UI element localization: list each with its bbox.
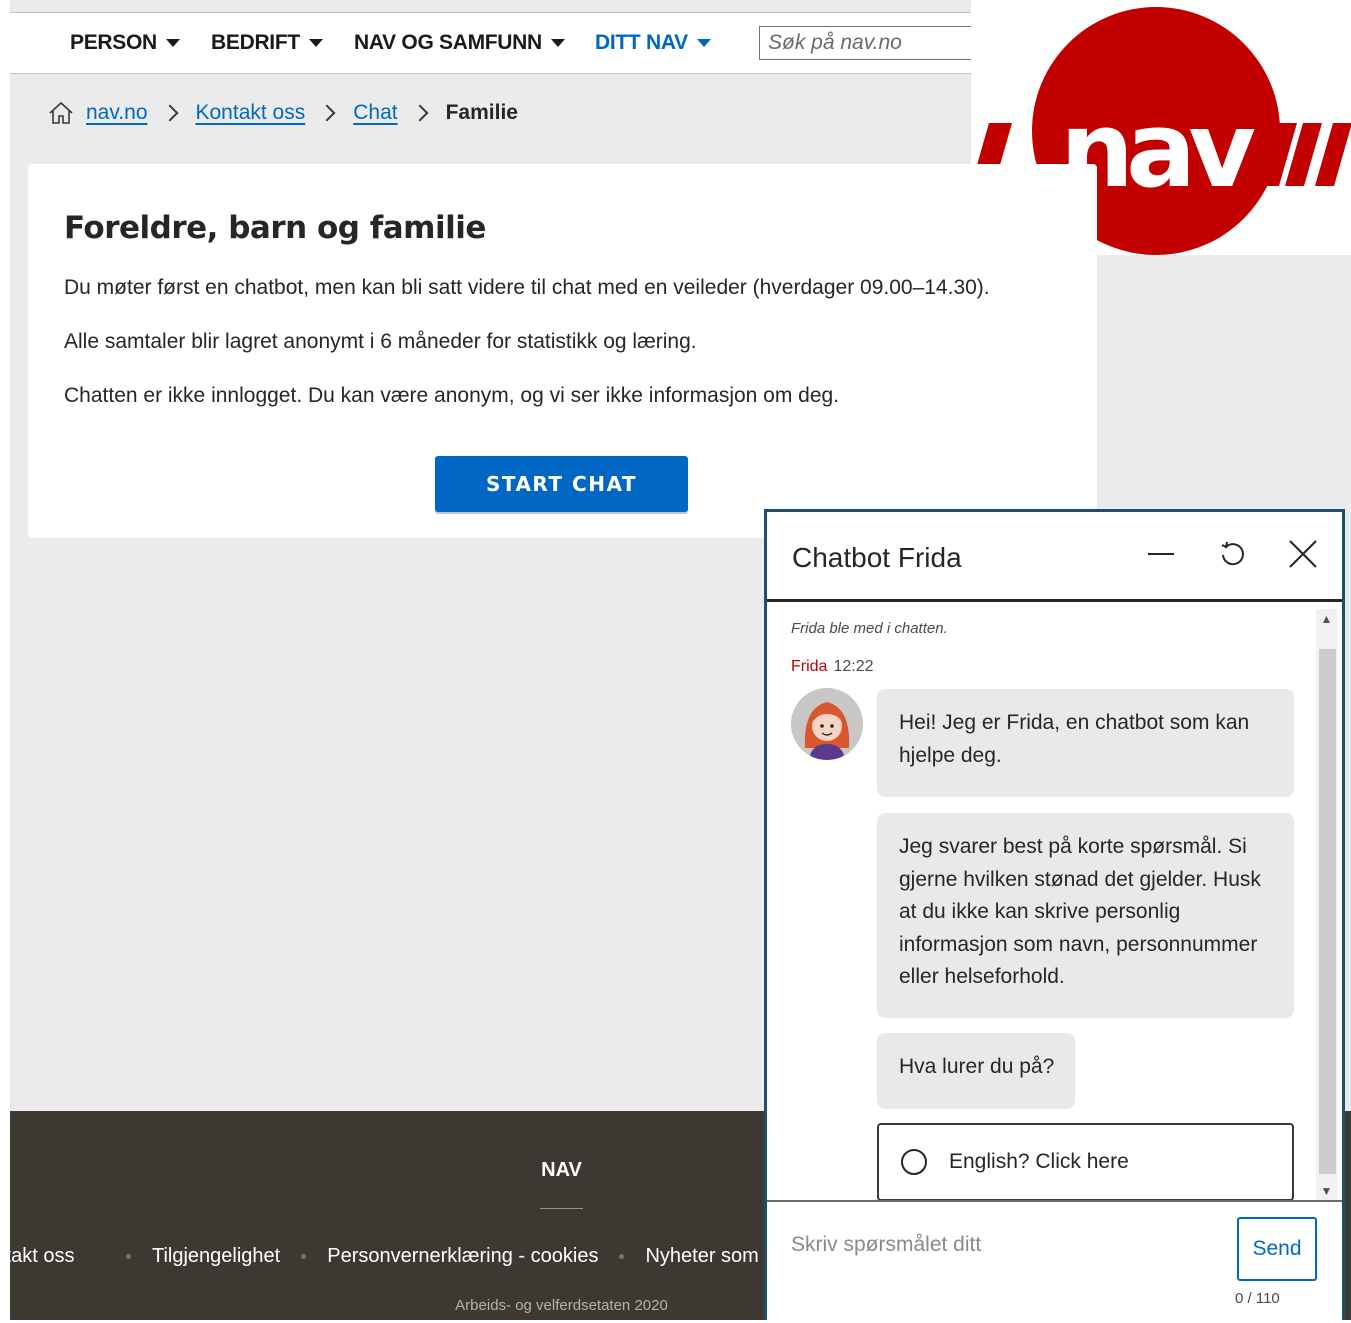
restart-button[interactable]	[1213, 534, 1253, 574]
close-icon	[1289, 540, 1317, 568]
top-navigation: PERSON BEDRIFT NAV OG SAMFUNN DITT NAV	[10, 12, 989, 74]
caret-down-icon	[550, 39, 565, 47]
chat-info-card: Foreldre, barn og familie Du møter først…	[28, 164, 1097, 538]
caret-down-icon	[308, 39, 323, 47]
info-paragraph-3: Chatten er ikke innlogget. Du kan være a…	[64, 384, 840, 407]
nav-bedrift-label: BEDRIFT	[211, 31, 300, 54]
chat-header: Chatbot Frida	[767, 512, 1342, 602]
english-option-label: English? Click here	[949, 1150, 1129, 1173]
frida-avatar	[791, 688, 863, 760]
search-input[interactable]	[759, 26, 989, 60]
close-button[interactable]	[1283, 534, 1323, 574]
minimize-icon	[1148, 553, 1174, 555]
nav-ditt-nav-label: DITT NAV	[595, 31, 688, 54]
separator-dot	[126, 1254, 131, 1259]
english-option-button[interactable]: English? Click here	[877, 1123, 1294, 1201]
home-icon	[48, 101, 74, 125]
chat-title: Chatbot Frida	[792, 542, 962, 573]
frida-avatar-icon	[791, 688, 863, 760]
breadcrumb-link-chat[interactable]: Chat	[353, 101, 397, 125]
footer-link-kontakt-oss-label: Kontakt oss	[0, 1245, 75, 1267]
restart-icon	[1221, 541, 1244, 566]
footer-link-personvern[interactable]: Personvernerklæring - cookies	[327, 1245, 598, 1268]
footer-divider	[540, 1208, 583, 1209]
chat-question-input[interactable]	[789, 1224, 1223, 1266]
nav-person-label: PERSON	[70, 31, 157, 54]
chat-scrollbar[interactable]: ▲ ▼	[1316, 609, 1337, 1201]
separator-dot	[619, 1254, 625, 1259]
breadcrumb-link-kontakt-oss[interactable]: Kontakt oss	[196, 101, 306, 125]
chat-input-area: Send 0 / 110	[767, 1200, 1342, 1323]
chat-message: Hei! Jeg er Frida, en chatbot som kan hj…	[877, 689, 1294, 797]
character-counter: 0 / 110	[1235, 1290, 1280, 1307]
start-chat-button[interactable]: START CHAT	[435, 456, 688, 512]
minimize-button[interactable]	[1141, 534, 1181, 574]
chat-window: Chatbot Frida Frida ble med i chatten. F…	[764, 509, 1345, 1323]
footer-links: Kontakt oss Tilgjengelighet Personverner…	[0, 1245, 806, 1268]
footer-link-tilgjengelighet[interactable]: Tilgjengelighet	[152, 1245, 280, 1268]
caret-down-icon	[696, 39, 711, 47]
nav-ditt-nav[interactable]: DITT NAV	[595, 31, 711, 55]
chat-message: Hva lurer du på?	[877, 1033, 1075, 1109]
info-paragraph-1: Du møter først en chatbot, men kan bli s…	[64, 276, 990, 299]
separator-dot	[301, 1254, 307, 1259]
message-time: 12:22	[833, 658, 874, 675]
scroll-up-icon[interactable]: ▲	[1316, 609, 1337, 629]
sender-name: Frida	[791, 658, 828, 675]
scrollbar-thumb[interactable]	[1319, 649, 1336, 1174]
chevron-right-icon	[411, 104, 429, 122]
joined-notice: Frida ble med i chatten.	[791, 620, 948, 637]
footer-link-kontakt-oss[interactable]: Kontakt oss	[0, 1245, 105, 1268]
chat-message: Jeg svarer best på korte spørsmål. Si gj…	[877, 813, 1294, 1018]
page-title: Foreldre, barn og familie	[64, 210, 486, 246]
radio-icon	[901, 1149, 927, 1175]
chevron-right-icon	[161, 104, 178, 122]
send-button[interactable]: Send	[1237, 1217, 1317, 1281]
scroll-down-icon[interactable]: ▼	[1316, 1181, 1337, 1201]
message-meta: Frida 12:22	[791, 658, 874, 676]
nav-nav-og-samfunn[interactable]: NAV OG SAMFUNN	[354, 31, 565, 55]
chat-messages: Frida ble med i chatten. Frida 12:22 Hei!…	[767, 602, 1342, 1202]
breadcrumb: nav.no Kontakt oss Chat Familie	[48, 98, 518, 128]
breadcrumb-current: Familie	[445, 101, 518, 124]
nav-bedrift[interactable]: BEDRIFT	[211, 31, 323, 55]
chevron-right-icon	[318, 104, 336, 122]
info-paragraph-2: Alle samtaler blir lagret anonymt i 6 må…	[64, 330, 697, 353]
nav-person[interactable]: PERSON	[70, 31, 180, 55]
nav-samfunn-label: NAV OG SAMFUNN	[354, 31, 542, 54]
breadcrumb-link-nav-no[interactable]: nav.no	[86, 101, 148, 125]
caret-down-icon	[165, 39, 180, 47]
